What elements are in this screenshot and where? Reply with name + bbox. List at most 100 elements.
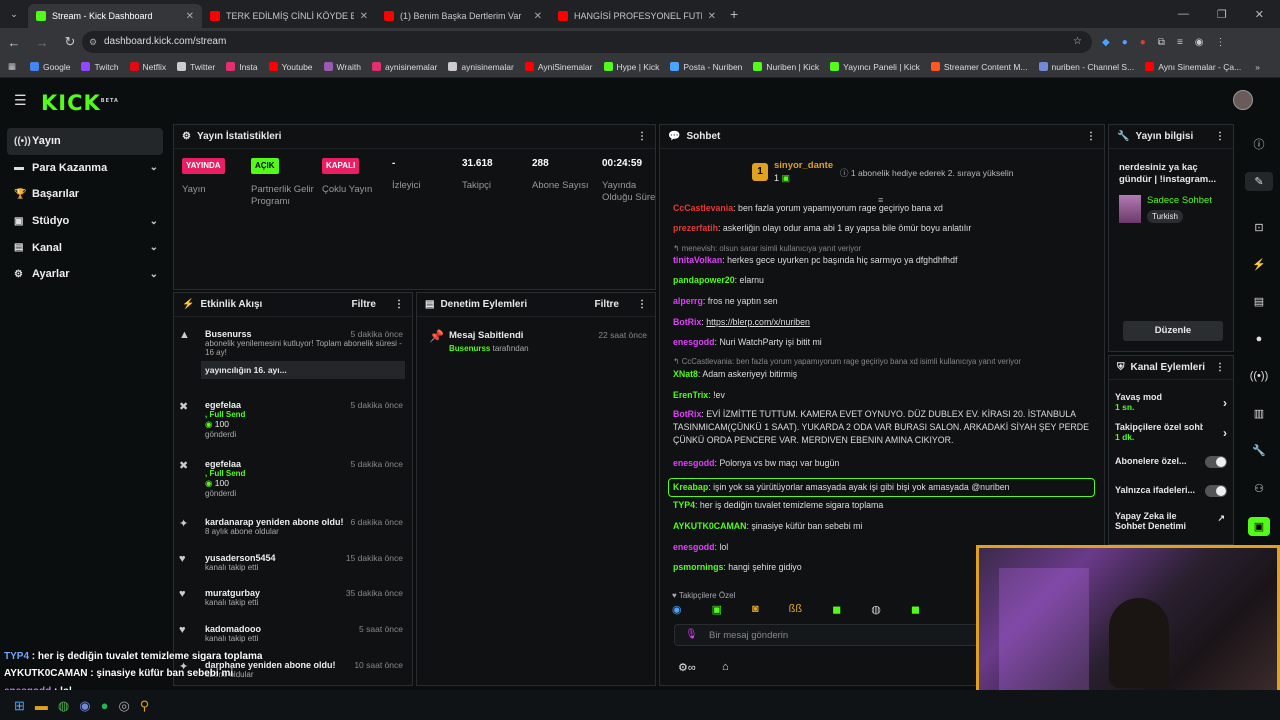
new-tab-button[interactable]: + <box>730 6 738 22</box>
chrome-icon[interactable]: ◍ <box>58 698 69 714</box>
chat-icon[interactable]: ● <box>1245 333 1273 345</box>
chat-username[interactable]: tinitaVolkan <box>673 255 722 265</box>
bookmark-item[interactable]: Posta - Nuriben <box>670 62 742 72</box>
chevron-right-icon[interactable]: › <box>1223 426 1227 440</box>
chevron-down-icon[interactable]: ⌄ <box>150 242 158 253</box>
pin-app-icon[interactable]: ⚲ <box>140 698 150 714</box>
file-explorer-icon[interactable]: ▬ <box>35 698 48 714</box>
bookmark-item[interactable]: aynisinemalar <box>448 62 514 72</box>
moderation-item-user[interactable]: Busenurss <box>449 344 490 353</box>
bookmark-item[interactable]: nuriben - Channel S... <box>1038 62 1134 72</box>
close-tab-icon[interactable]: ✕ <box>534 11 542 22</box>
chat-username[interactable]: AYKUTK0CAMAN <box>673 521 746 531</box>
discord-icon[interactable]: ◉ <box>79 698 90 714</box>
event-user[interactable]: kadomadooo <box>205 624 261 634</box>
obs-icon[interactable]: ◎ <box>118 698 129 714</box>
mic-icon[interactable]: 🎙 <box>685 629 698 640</box>
chat-settings-icon[interactable]: ⚙∞ <box>678 661 696 674</box>
chevron-right-icon[interactable]: › <box>1223 396 1227 410</box>
channel-action[interactable]: Yapay Zeka ile Sohbet Denetimi ↗ <box>1115 511 1227 531</box>
wrench-icon[interactable]: 🔧 <box>1245 444 1273 457</box>
bookmark-item[interactable]: AyniSinemalar <box>524 62 593 72</box>
back-icon[interactable]: ← <box>0 35 28 50</box>
top-gifter-name[interactable]: sinyor_dante <box>774 160 833 171</box>
chevron-down-icon[interactable]: ⌄ <box>150 162 158 173</box>
bookmark-item[interactable]: Hype | Kick <box>603 62 659 72</box>
extension-globe-icon[interactable]: ● <box>1122 37 1128 48</box>
sidebar-item[interactable]: ▤ Kanal ⌄ <box>0 234 170 261</box>
event-user[interactable]: muratgurbay <box>205 588 260 598</box>
chat-username[interactable]: TYP4 <box>673 500 695 510</box>
layers-icon[interactable]: ▥ <box>1245 407 1273 420</box>
reading-list-icon[interactable]: ≡ <box>1177 37 1183 48</box>
chat-username[interactable]: BotRix <box>673 317 701 327</box>
chat-username[interactable]: pandapower20 <box>673 275 735 285</box>
emote-1-icon[interactable]: ◉ <box>672 603 682 616</box>
bookmark-item[interactable]: Twitch <box>81 62 119 72</box>
browser-tab[interactable]: Stream - Kick Dashboard ✕ <box>28 4 202 28</box>
browser-tab[interactable]: (1) Benim Başka Dertlerim Var ✕ <box>376 4 550 28</box>
bookmark-item[interactable]: Google <box>30 62 70 72</box>
forward-icon[interactable]: → <box>28 35 56 50</box>
extension-shield-icon[interactable]: ◆ <box>1102 37 1110 48</box>
bookmark-item[interactable]: Nuriben | Kick <box>753 62 819 72</box>
bookmark-item[interactable]: Netflix <box>129 62 166 72</box>
extension-record-icon[interactable]: ● <box>1140 37 1146 48</box>
external-link-icon[interactable]: ↗ <box>1217 513 1225 524</box>
sidebar-item[interactable]: ((•)) Yayın <box>7 128 163 155</box>
people-icon[interactable]: ⚇ <box>1245 482 1273 495</box>
moderation-menu-icon[interactable]: ⋮ <box>637 299 647 310</box>
sidebar-item[interactable]: 🏆 Başarılar <box>0 181 170 208</box>
chat-username[interactable]: XNat8 <box>673 369 698 379</box>
tab-list-icon[interactable]: ⌄ <box>0 9 28 20</box>
start-icon[interactable]: ⊞ <box>14 698 25 714</box>
chat-username[interactable]: enesgodd <box>673 458 715 468</box>
maximize-icon[interactable]: ❐ <box>1217 8 1227 21</box>
bookmark-item[interactable]: aynisinemalar <box>371 62 437 72</box>
chat-username[interactable]: enesgodd <box>673 542 715 552</box>
sidebar-item[interactable]: ⚙ Ayarlar ⌄ <box>0 261 170 288</box>
toggle-switch[interactable] <box>1205 456 1227 468</box>
channel-action[interactable]: Yavaş mod 1 sn. › <box>1115 392 1227 412</box>
channel-action[interactable]: Abonelere özel... <box>1115 456 1227 468</box>
emote-2-icon[interactable]: ▣ <box>712 603 722 616</box>
close-tab-icon[interactable]: ✕ <box>708 11 716 22</box>
channel-action[interactable]: Takipçilere özel sohbet1 dk. › <box>1115 422 1227 442</box>
sidebar-item[interactable]: ▣ Stüdyo ⌄ <box>0 208 170 235</box>
apps-grid-icon[interactable]: ▦ <box>8 61 16 72</box>
stream-category[interactable]: Sadece Sohbet <box>1147 195 1212 206</box>
activity-menu-icon[interactable]: ⋮ <box>394 299 404 310</box>
browser-tab[interactable]: HANGİSİ PROFESYONEL FUTBO ✕ <box>550 4 724 28</box>
emote-6-icon[interactable]: ◍ <box>871 603 881 616</box>
bookmark-item[interactable]: Yayıncı Paneli | Kick <box>830 62 920 72</box>
bookmark-item[interactable]: Insta <box>226 62 258 72</box>
user-avatar[interactable] <box>1233 90 1253 110</box>
minimize-icon[interactable]: — <box>1178 8 1189 21</box>
chat-menu-icon[interactable]: ⋮ <box>1086 131 1096 142</box>
sidebar-item[interactable]: ▬ Para Kazanma ⌄ <box>0 155 170 182</box>
bookmark-item[interactable]: Aynı Sinemalar - Ça... <box>1145 62 1241 72</box>
clipboard-icon[interactable]: ▤ <box>1245 295 1273 308</box>
event-user[interactable]: yusaderson5454 <box>205 553 276 563</box>
browser-menu-icon[interactable]: ⋮ <box>1216 37 1226 48</box>
category-thumbnail[interactable] <box>1119 195 1141 223</box>
kick-app-icon[interactable]: ▣ <box>1248 517 1270 536</box>
event-user[interactable]: egefelaa <box>205 400 241 410</box>
chat-username[interactable]: alperrg <box>673 296 703 306</box>
chevron-down-icon[interactable]: ⌄ <box>150 269 158 280</box>
lightning-icon[interactable]: ⚡ <box>1245 258 1273 271</box>
bookmark-item[interactable]: Youtube <box>268 62 313 72</box>
bookmark-item[interactable]: Streamer Content M... <box>930 62 1028 72</box>
extensions-icon[interactable]: ⧉ <box>1158 37 1165 48</box>
site-info-icon[interactable]: ⚙ <box>89 31 97 53</box>
chevron-down-icon[interactable]: ⌄ <box>150 216 158 227</box>
chat-username[interactable]: enesgodd <box>673 337 715 347</box>
kick-logo[interactable]: KICKBETA <box>41 91 119 115</box>
chat-store-icon[interactable]: ⌂ <box>722 661 729 673</box>
chat-username[interactable]: BotRix <box>673 409 701 419</box>
broadcast-icon[interactable]: ((•)) <box>1245 370 1273 382</box>
info-icon[interactable]: ⓘ <box>1245 136 1273 152</box>
edit-info-button[interactable]: Düzenle <box>1123 321 1223 341</box>
bookmark-item[interactable]: Twitter <box>177 62 215 72</box>
emote-3-icon[interactable]: ◙ <box>752 603 759 616</box>
